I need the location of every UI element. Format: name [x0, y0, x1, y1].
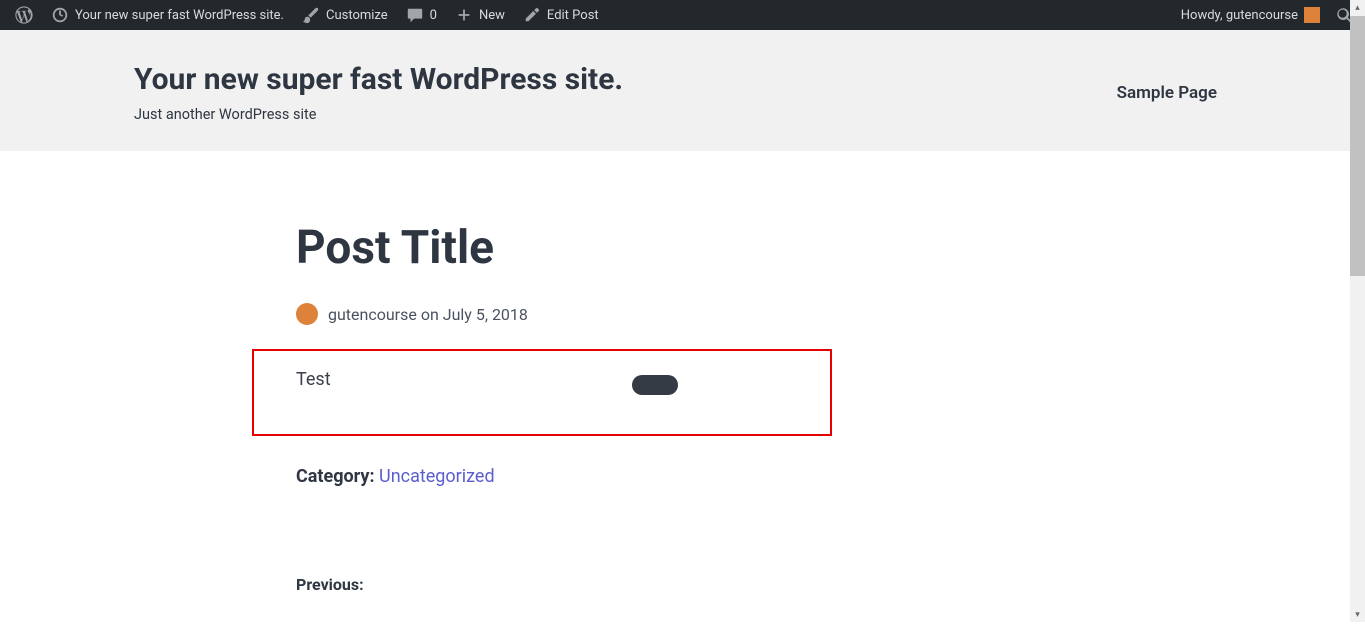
site-tagline: Just another WordPress site	[134, 106, 623, 123]
dashboard-icon	[51, 6, 69, 24]
new-content-menu[interactable]: New	[446, 0, 514, 30]
content-area: Post Title gutencourse on July 5, 2018 T…	[0, 151, 1365, 634]
pencil-icon	[523, 6, 541, 24]
comments-menu[interactable]: 0	[397, 0, 446, 30]
vertical-scrollbar[interactable]: ▴ ▾	[1350, 0, 1365, 622]
author-avatar-icon	[296, 303, 318, 325]
wp-admin-bar: Your new super fast WordPress site. Cust…	[0, 0, 1365, 30]
comment-icon	[406, 6, 424, 24]
adminbar-site-name: Your new super fast WordPress site.	[75, 8, 284, 23]
site-header: Your new super fast WordPress site. Just…	[0, 30, 1365, 151]
adminbar-left: Your new super fast WordPress site. Cust…	[6, 0, 608, 30]
customize-label: Customize	[326, 8, 388, 23]
howdy-text: Howdy, gutencourse	[1181, 8, 1298, 23]
nav-sample-page[interactable]: Sample Page	[1117, 83, 1217, 103]
my-account-menu[interactable]: Howdy, gutencourse	[1172, 0, 1329, 30]
plus-icon	[455, 6, 473, 24]
highlighted-block: Test	[252, 349, 832, 436]
post: Post Title gutencourse on July 5, 2018 T…	[296, 221, 1096, 594]
author-link[interactable]: gutencourse	[328, 305, 417, 324]
scroll-down-icon[interactable]: ▾	[1350, 607, 1365, 622]
adminbar-right: Howdy, gutencourse	[1172, 0, 1359, 30]
site-branding: Your new super fast WordPress site. Just…	[134, 62, 623, 123]
previous-nav-label: Previous:	[296, 575, 1096, 594]
edit-post-menu[interactable]: Edit Post	[514, 0, 608, 30]
site-title[interactable]: Your new super fast WordPress site.	[134, 62, 623, 98]
wordpress-logo-icon	[15, 6, 33, 24]
primary-nav: Sample Page	[1117, 83, 1217, 103]
wp-logo-menu[interactable]	[6, 0, 42, 30]
comments-count: 0	[430, 8, 437, 23]
post-byline: gutencourse on July 5, 2018	[296, 303, 1096, 325]
post-date[interactable]: July 5, 2018	[443, 305, 528, 324]
site-name-menu[interactable]: Your new super fast WordPress site.	[42, 0, 293, 30]
scroll-up-icon[interactable]: ▴	[1350, 0, 1365, 15]
avatar-icon	[1304, 7, 1320, 23]
edit-post-label: Edit Post	[547, 8, 599, 23]
category-link[interactable]: Uncategorized	[379, 466, 495, 487]
customize-menu[interactable]: Customize	[293, 0, 397, 30]
post-body-text: Test	[296, 369, 788, 390]
button-pill[interactable]	[632, 375, 678, 395]
scrollbar-thumb[interactable]	[1350, 16, 1365, 276]
brush-icon	[302, 6, 320, 24]
category-label: Category:	[296, 466, 379, 487]
post-title: Post Title	[296, 221, 1096, 275]
new-label: New	[479, 8, 505, 23]
category-line: Category: Uncategorized	[296, 466, 1096, 487]
byline-text: gutencourse on July 5, 2018	[328, 305, 528, 324]
